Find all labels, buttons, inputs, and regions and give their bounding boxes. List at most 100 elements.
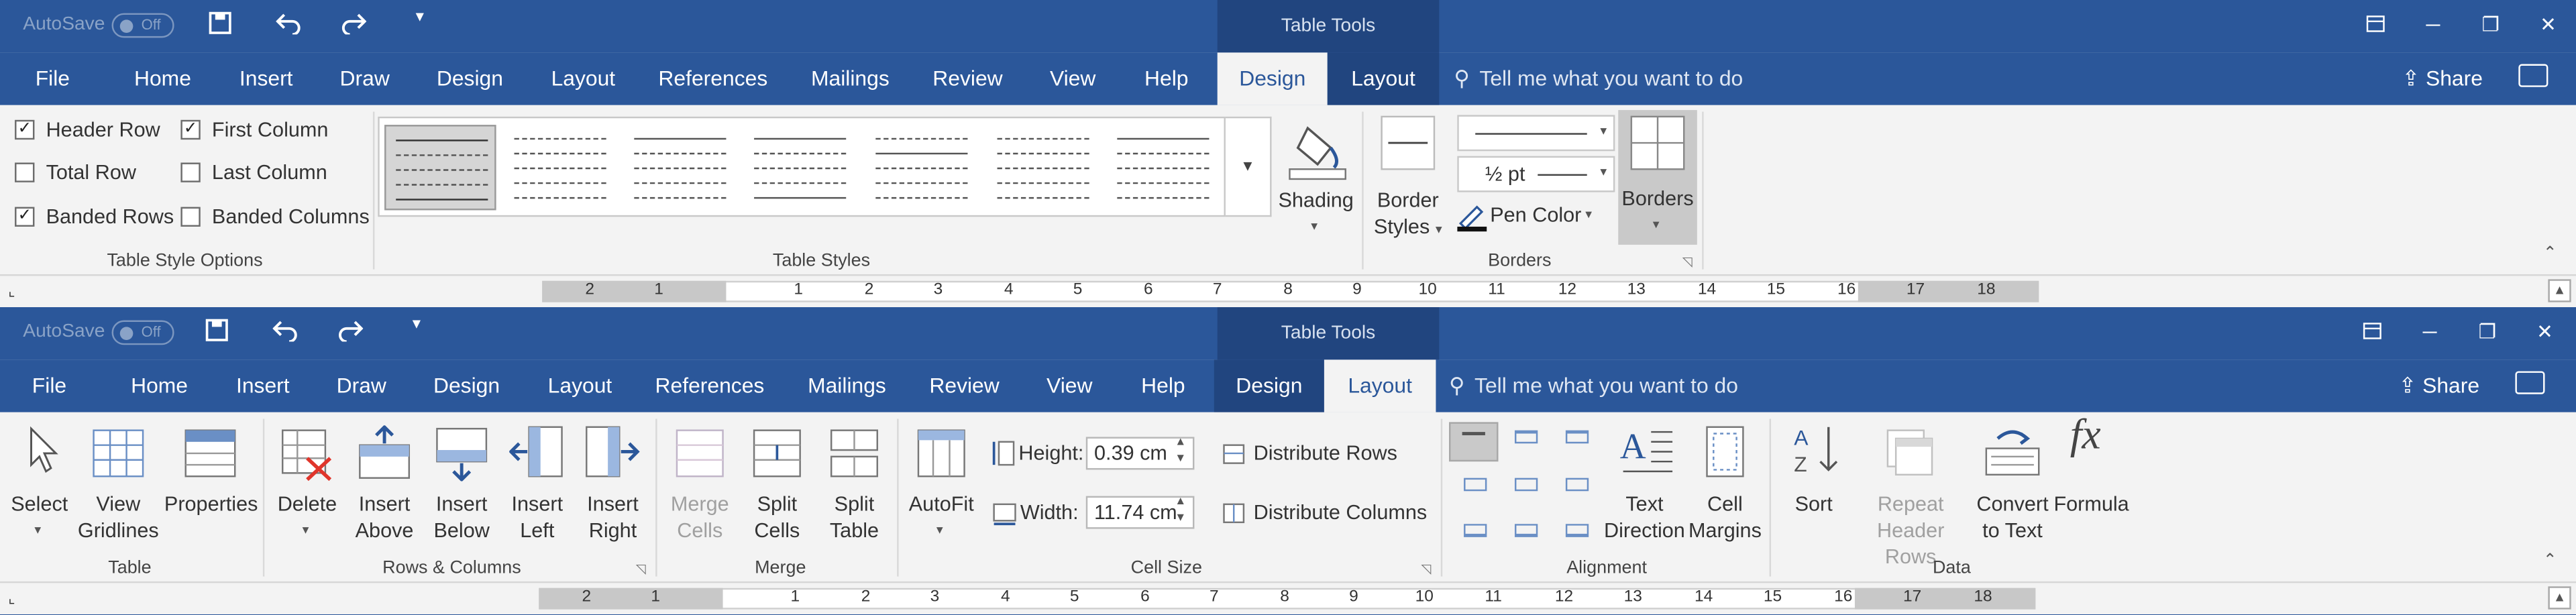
minimize-icon[interactable]: ─ <box>2416 10 2449 40</box>
tab-help[interactable]: Help <box>1135 52 1197 105</box>
header-row-checkbox[interactable]: ✓ Header Row <box>15 115 160 144</box>
borders-button[interactable]: Borders ▾ <box>1618 110 1697 245</box>
customize-qat-icon[interactable]: ▾ <box>416 8 424 26</box>
collapse-ribbon-icon[interactable]: ⌃ <box>2543 245 2557 263</box>
insert-above-button[interactable]: Insert Above <box>347 418 423 542</box>
tab-mailings[interactable]: Mailings <box>802 359 892 412</box>
split-table-button[interactable]: Split Table <box>816 418 892 542</box>
repeat-header-rows-button[interactable]: Repeat Header Rows <box>1850 418 1972 568</box>
tab-help[interactable]: Help <box>1132 359 1194 412</box>
convert-to-text-button[interactable]: Convert to Text <box>1973 418 2052 542</box>
close-icon[interactable]: ✕ <box>2528 317 2561 347</box>
total-row-checkbox[interactable]: Total Row <box>15 158 136 187</box>
undo-icon[interactable] <box>272 319 299 342</box>
tab-mailings[interactable]: Mailings <box>805 52 896 105</box>
tab-references[interactable]: References <box>655 52 770 105</box>
select-button[interactable]: Select ▾ <box>7 418 72 537</box>
ribbon-display-options-icon[interactable] <box>2356 317 2389 347</box>
tab-draw[interactable]: Draw <box>332 52 398 105</box>
tab-draw[interactable]: Draw <box>329 359 394 412</box>
tab-file[interactable]: File <box>19 52 85 105</box>
table-style-thumb[interactable] <box>1108 125 1220 210</box>
autofit-button[interactable]: AutoFit ▾ <box>904 418 979 537</box>
tab-table-layout[interactable]: Layout <box>1327 52 1440 105</box>
share-button[interactable]: ⇪ Share <box>2399 373 2480 399</box>
align-bottom-left-button[interactable] <box>1452 514 1499 551</box>
dialog-launcher-icon[interactable]: ◹ <box>1682 255 1693 270</box>
split-cells-button[interactable]: Split Cells <box>739 418 815 542</box>
tab-home[interactable]: Home <box>127 52 199 105</box>
scroll-up-icon[interactable]: ▲ <box>2548 279 2571 302</box>
line-weight-dropdown[interactable]: ½ pt ▾ <box>1457 156 1615 192</box>
spinner-arrows-icon[interactable]: ▲ ▼ <box>1175 494 1186 527</box>
align-bottom-right-button[interactable] <box>1554 514 1601 551</box>
view-gridlines-button[interactable]: View Gridlines <box>76 418 161 542</box>
tab-insert[interactable]: Insert <box>231 52 301 105</box>
restore-icon[interactable]: ❐ <box>2471 317 2504 347</box>
share-button[interactable]: ⇪ Share <box>2402 66 2483 92</box>
table-style-thumb[interactable] <box>987 125 1099 210</box>
tab-table-design[interactable]: Design <box>1214 359 1324 412</box>
tell-me-search[interactable]: ⚲ Tell me what you want to do <box>1454 66 1743 92</box>
tab-review[interactable]: Review <box>930 52 1006 105</box>
tab-selector-icon[interactable]: ⌞ <box>8 282 24 298</box>
align-bottom-center-button[interactable] <box>1503 514 1550 551</box>
table-style-thumb[interactable] <box>744 125 856 210</box>
ribbon-display-options-icon[interactable] <box>2359 10 2392 40</box>
align-top-left-button[interactable] <box>1449 422 1499 462</box>
insert-below-button[interactable]: Insert Below <box>424 418 500 542</box>
table-style-thumb[interactable] <box>866 125 978 210</box>
dialog-launcher-icon[interactable]: ◹ <box>636 562 646 577</box>
restore-icon[interactable]: ❐ <box>2474 10 2507 40</box>
text-direction-button[interactable]: A Text Direction <box>1603 418 1685 542</box>
save-icon[interactable] <box>209 11 231 34</box>
sort-button[interactable]: AZ Sort <box>1779 418 1848 533</box>
row-height-input[interactable]: 0.39 cm ▲ ▼ <box>1085 435 1195 470</box>
tab-design[interactable]: Design <box>431 52 510 105</box>
table-style-thumb[interactable] <box>504 125 616 210</box>
banded-rows-checkbox[interactable]: ✓ Banded Rows <box>15 202 174 231</box>
first-column-checkbox[interactable]: ✓ First Column <box>180 115 328 144</box>
line-style-dropdown[interactable]: ▾ <box>1457 115 1615 152</box>
undo-icon[interactable] <box>276 11 302 35</box>
tab-file[interactable]: File <box>16 359 82 412</box>
last-column-checkbox[interactable]: Last Column <box>180 158 327 187</box>
banded-columns-checkbox[interactable]: Banded Columns <box>180 202 370 231</box>
table-style-thumb[interactable] <box>625 125 737 210</box>
autosave-toggle[interactable]: Off <box>111 320 174 345</box>
insert-right-button[interactable]: Insert Right <box>577 418 649 542</box>
tab-insert[interactable]: Insert <box>228 359 297 412</box>
minimize-icon[interactable]: ─ <box>2414 317 2447 347</box>
tab-layout[interactable]: Layout <box>541 359 620 412</box>
scroll-up-icon[interactable]: ▲ <box>2548 586 2571 610</box>
close-icon[interactable]: ✕ <box>2532 10 2565 40</box>
align-center-left-button[interactable] <box>1452 468 1499 508</box>
align-center-button[interactable] <box>1503 468 1550 508</box>
cell-margins-button[interactable]: Cell Margins <box>1687 418 1763 542</box>
merge-cells-button[interactable]: Merge Cells <box>662 418 738 542</box>
insert-left-button[interactable]: Insert Left <box>501 418 574 542</box>
tab-design[interactable]: Design <box>427 359 506 412</box>
dialog-launcher-icon[interactable]: ◹ <box>1421 562 1431 577</box>
pen-color-button[interactable]: Pen Color ▾ <box>1457 199 1615 235</box>
spinner-arrows-icon[interactable]: ▲ ▼ <box>1175 435 1186 468</box>
align-top-center-button[interactable] <box>1503 422 1550 461</box>
gallery-more-button[interactable]: ▼ <box>1225 116 1272 217</box>
delete-button[interactable]: Delete ▾ <box>270 418 345 537</box>
shading-button[interactable]: Shading ▾ <box>1275 112 1356 243</box>
tab-references[interactable]: References <box>652 359 767 412</box>
properties-button[interactable]: Properties <box>164 418 258 533</box>
tab-table-layout[interactable]: Layout <box>1324 359 1436 412</box>
redo-icon[interactable] <box>340 11 367 35</box>
customize-qat-icon[interactable]: ▾ <box>413 315 421 333</box>
collapse-ribbon-icon[interactable]: ⌃ <box>2543 552 2557 570</box>
autosave-toggle[interactable]: Off <box>111 13 174 38</box>
align-center-right-button[interactable] <box>1554 468 1601 508</box>
align-top-right-button[interactable] <box>1554 422 1601 461</box>
redo-icon[interactable] <box>337 319 364 342</box>
tab-review[interactable]: Review <box>926 359 1002 412</box>
tab-table-design[interactable]: Design <box>1217 52 1328 105</box>
comments-icon[interactable] <box>2518 64 2548 87</box>
border-styles-button[interactable]: Border Styles ▾ <box>1370 112 1446 243</box>
table-style-thumb[interactable] <box>384 125 496 211</box>
